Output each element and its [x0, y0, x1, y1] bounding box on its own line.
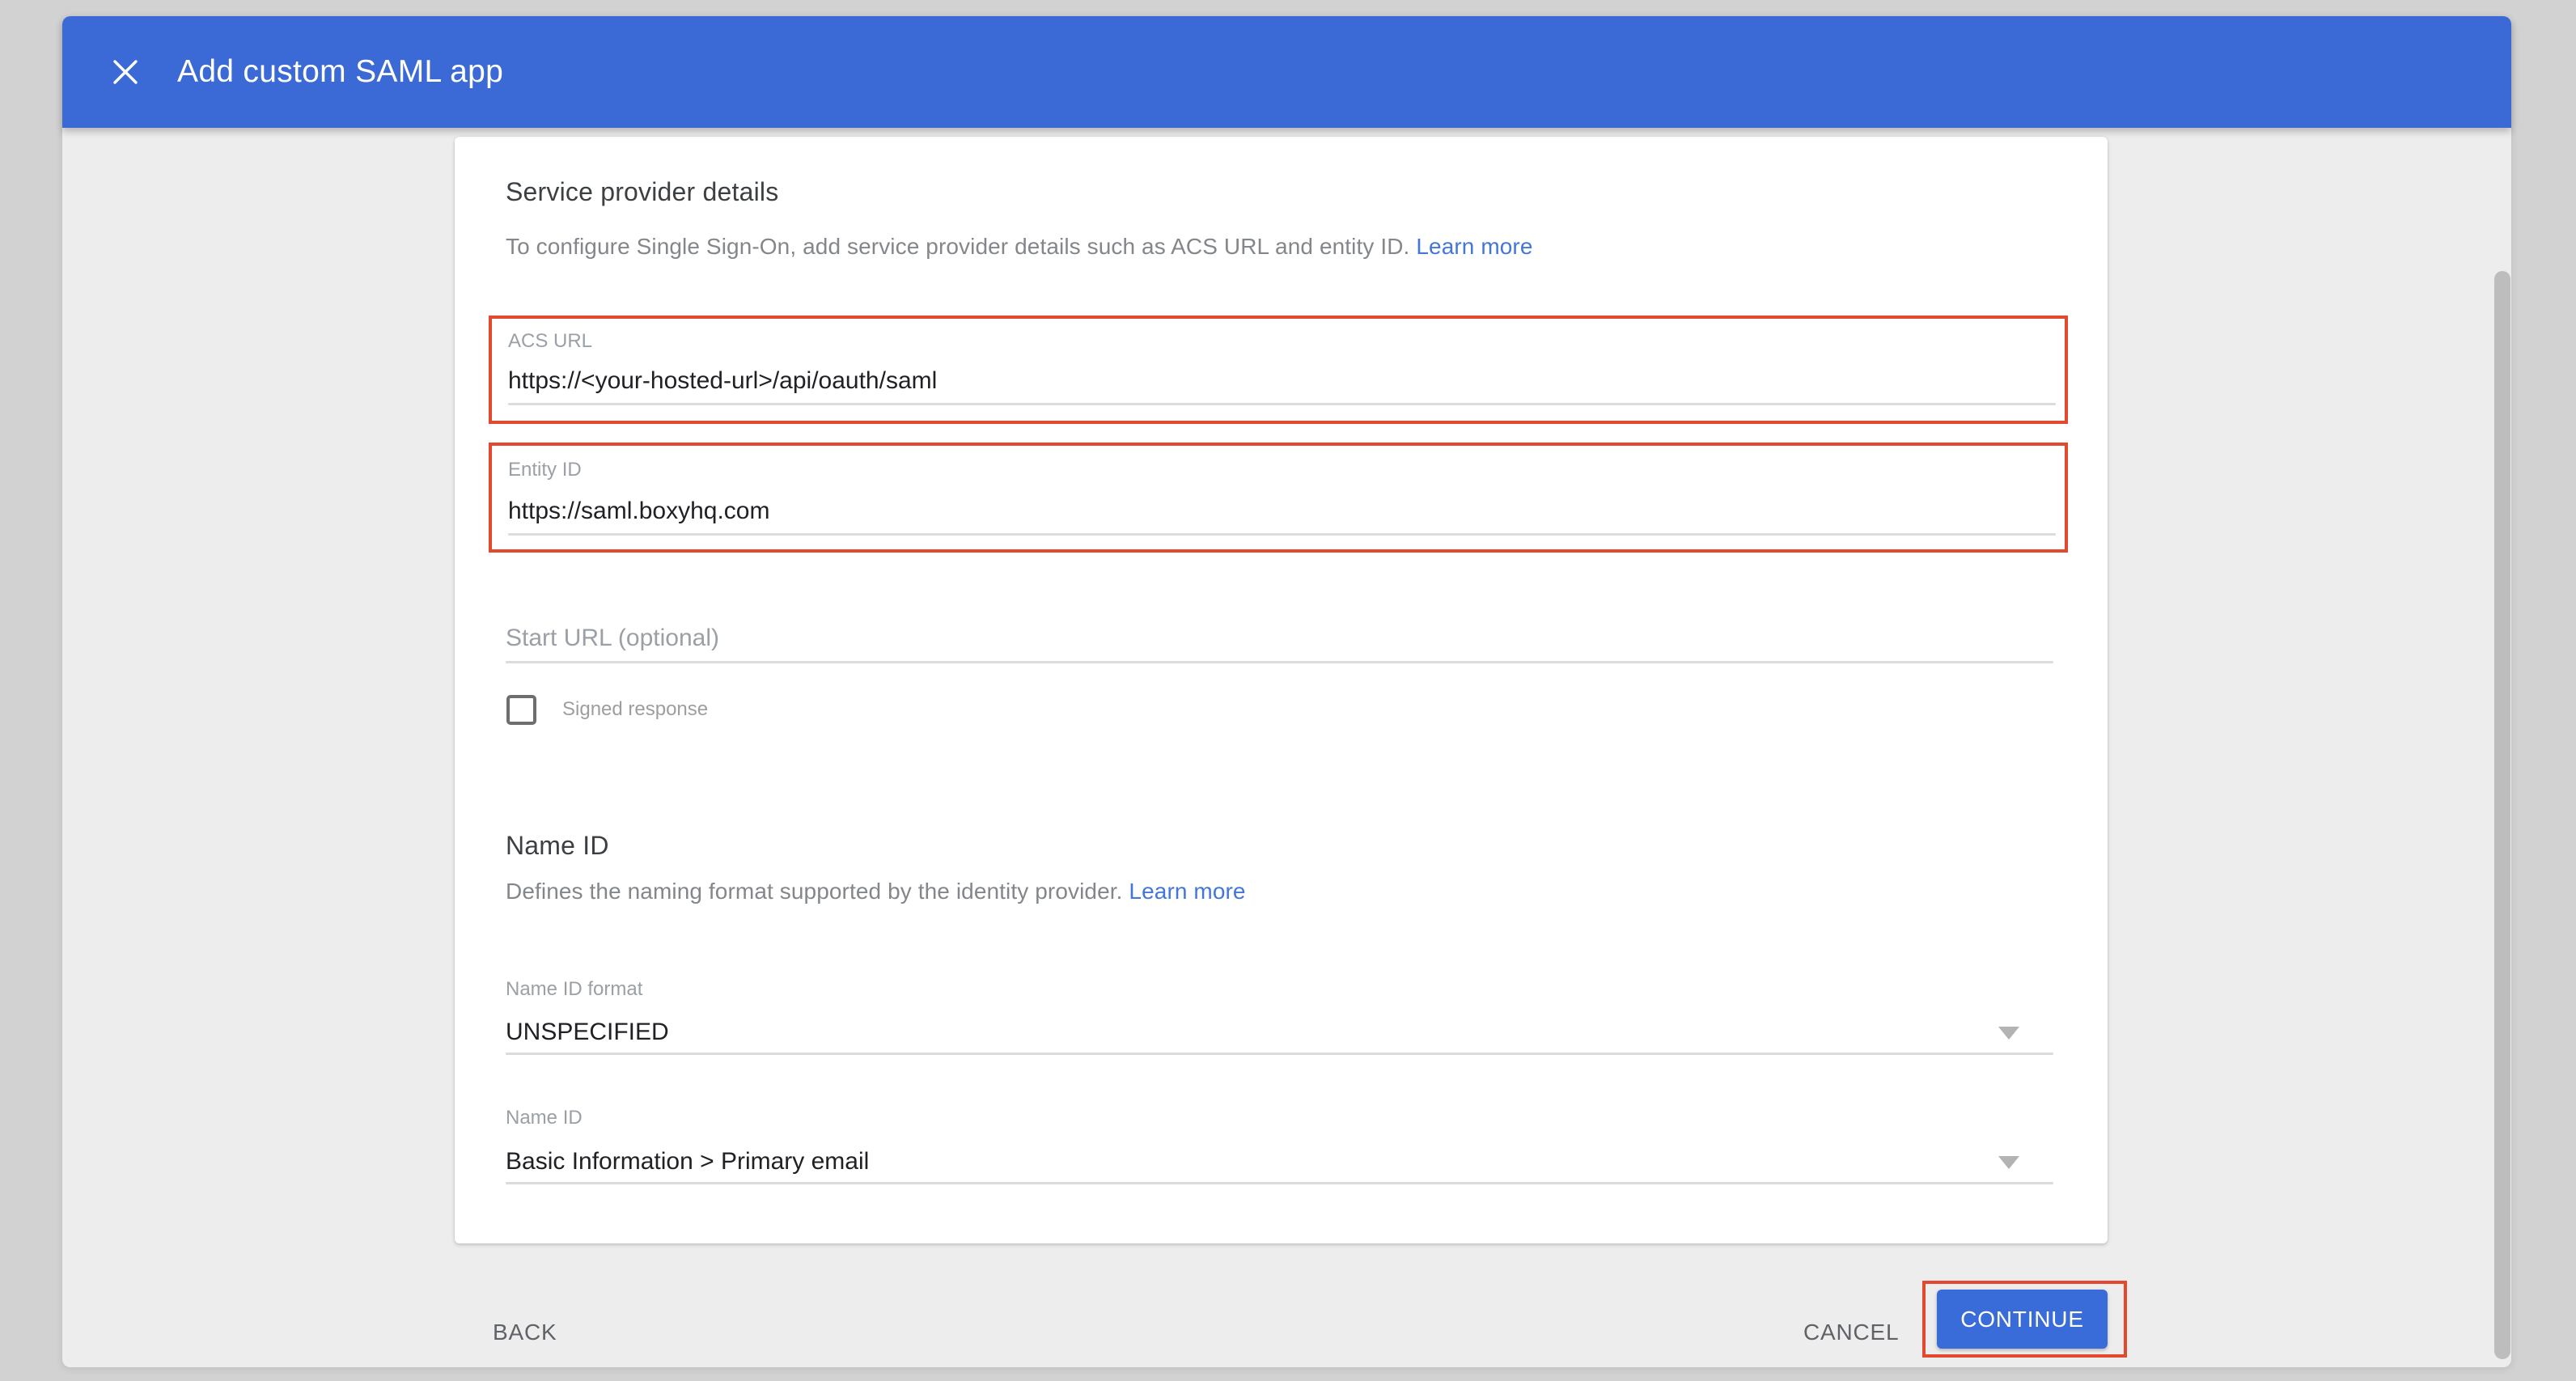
- annotation-highlight-entity-id: Entity ID https://saml.boxyhq.com: [489, 443, 2068, 553]
- name-id-label: Name ID: [506, 1107, 583, 1129]
- start-url-input[interactable]: [506, 619, 2053, 658]
- name-id-format-underline: [506, 1053, 2053, 1055]
- name-id-description: Defines the naming format supported by t…: [506, 879, 1246, 904]
- learn-more-link[interactable]: Learn more: [1416, 234, 1532, 259]
- add-custom-saml-app-dialog: Add custom SAML app Service provider det…: [62, 16, 2511, 1367]
- continue-button[interactable]: CONTINUE: [1937, 1290, 2108, 1349]
- name-id-heading: Name ID: [506, 831, 609, 861]
- name-id-format-dropdown[interactable]: UNSPECIFIED: [506, 1019, 669, 1046]
- dialog-header: Add custom SAML app: [62, 16, 2511, 128]
- close-icon: [109, 56, 142, 88]
- name-id-format-label: Name ID format: [506, 978, 642, 1001]
- entity-id-underline: [508, 533, 2056, 536]
- entity-id-input[interactable]: https://saml.boxyhq.com: [508, 498, 769, 525]
- back-button[interactable]: BACK: [493, 1320, 557, 1345]
- service-provider-heading: Service provider details: [506, 177, 778, 207]
- service-provider-card: Service provider details To configure Si…: [455, 137, 2108, 1243]
- cancel-button[interactable]: CANCEL: [1803, 1320, 1899, 1345]
- signed-response-checkbox[interactable]: [506, 695, 536, 725]
- acs-url-underline: [508, 403, 2056, 405]
- triangle-down-icon[interactable]: [1998, 1027, 2019, 1040]
- learn-more-link[interactable]: Learn more: [1129, 879, 1245, 904]
- annotation-highlight-acs-url: ACS URL https://<your-hosted-url>/api/oa…: [489, 316, 2068, 424]
- close-button[interactable]: [101, 48, 150, 96]
- entity-id-label: Entity ID: [508, 459, 582, 481]
- name-id-dropdown[interactable]: Basic Information > Primary email: [506, 1148, 869, 1176]
- acs-url-label: ACS URL: [508, 330, 592, 353]
- scrollbar-thumb[interactable]: [2494, 271, 2510, 1359]
- service-provider-description: To configure Single Sign-On, add service…: [506, 234, 1533, 260]
- description-text: To configure Single Sign-On, add service…: [506, 234, 1409, 259]
- signed-response-label: Signed response: [562, 698, 708, 721]
- description-text: Defines the naming format supported by t…: [506, 879, 1123, 904]
- dialog-title: Add custom SAML app: [177, 54, 503, 90]
- name-id-underline: [506, 1182, 2053, 1184]
- start-url-underline: [506, 661, 2053, 663]
- acs-url-input[interactable]: https://<your-hosted-url>/api/oauth/saml: [508, 367, 937, 395]
- triangle-down-icon[interactable]: [1998, 1156, 2019, 1169]
